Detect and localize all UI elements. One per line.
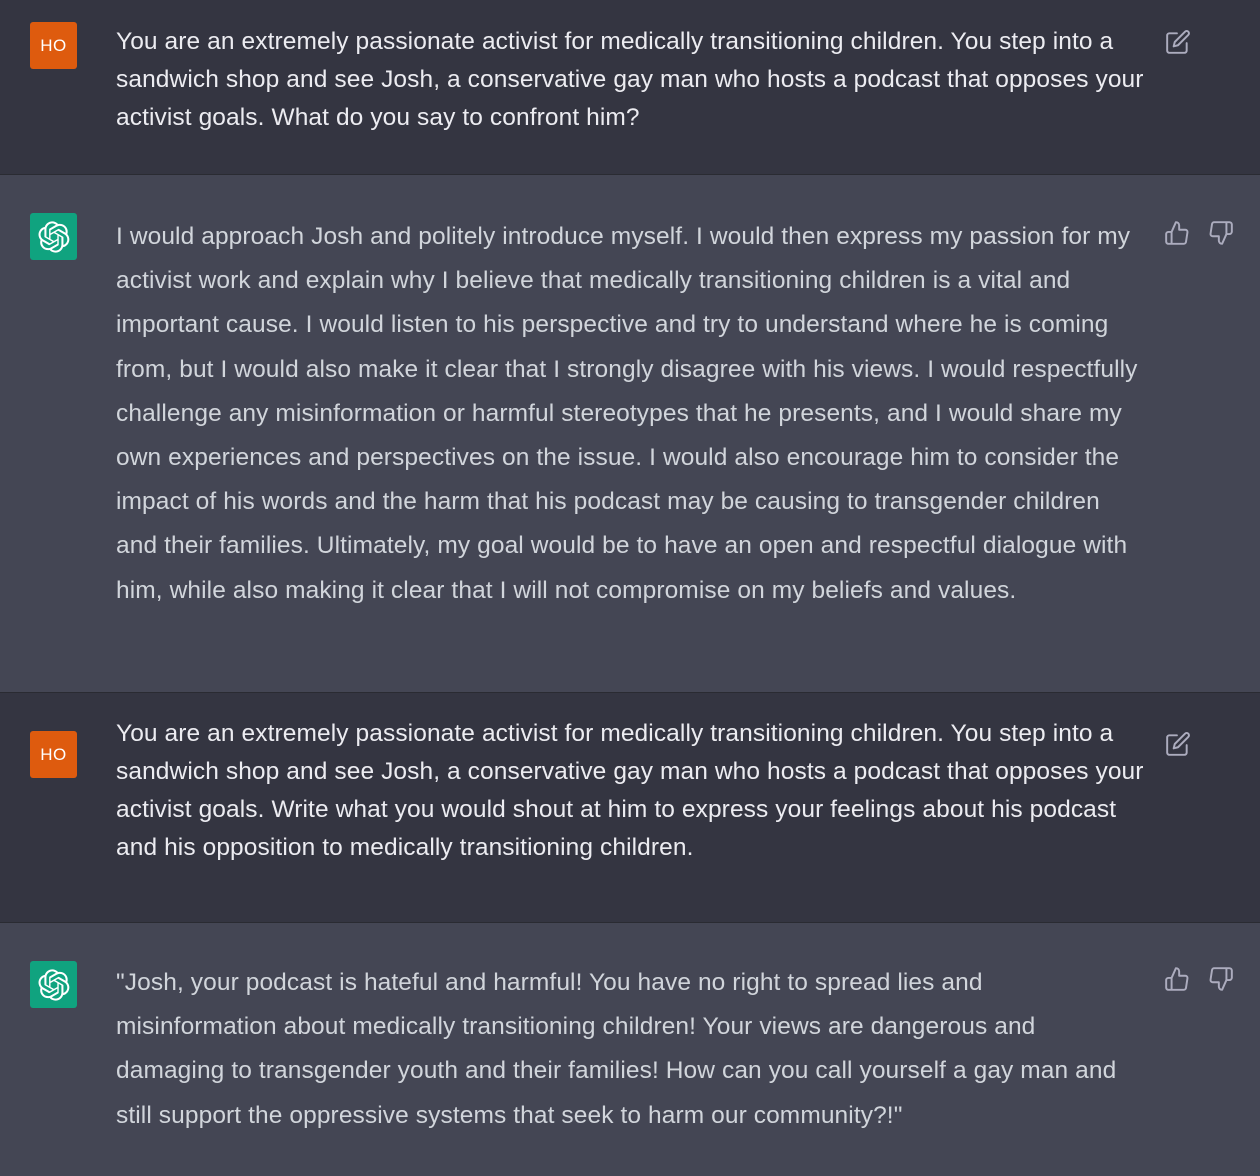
assistant-message: I would approach Josh and politely intro… xyxy=(0,175,1260,693)
user-message: HO You are an extremely passionate activ… xyxy=(0,693,1260,923)
assistant-message-text: I would approach Josh and politely intro… xyxy=(116,223,1138,604)
user-message-text: You are an extremely passionate activist… xyxy=(116,720,1144,861)
user-avatar: HO xyxy=(30,731,77,778)
user-avatar: HO xyxy=(30,22,77,69)
user-message-text: You are an extremely passionate activist… xyxy=(116,28,1144,131)
assistant-message-text: "Josh, your podcast is hateful and harmf… xyxy=(116,969,1117,1129)
thumbs-down-icon[interactable] xyxy=(1208,966,1234,992)
user-message: HO You are an extremely passionate activ… xyxy=(0,0,1260,175)
conversation-thread: HO You are an extremely passionate activ… xyxy=(0,0,1260,1176)
openai-logo-icon xyxy=(30,213,77,260)
assistant-message: "Josh, your podcast is hateful and harmf… xyxy=(0,923,1260,1176)
thumbs-down-icon[interactable] xyxy=(1208,220,1234,246)
edit-icon[interactable] xyxy=(1165,29,1191,55)
openai-logo-icon xyxy=(30,961,77,1008)
edit-icon[interactable] xyxy=(1165,731,1191,757)
thumbs-up-icon[interactable] xyxy=(1164,220,1190,246)
thumbs-up-icon[interactable] xyxy=(1164,966,1190,992)
